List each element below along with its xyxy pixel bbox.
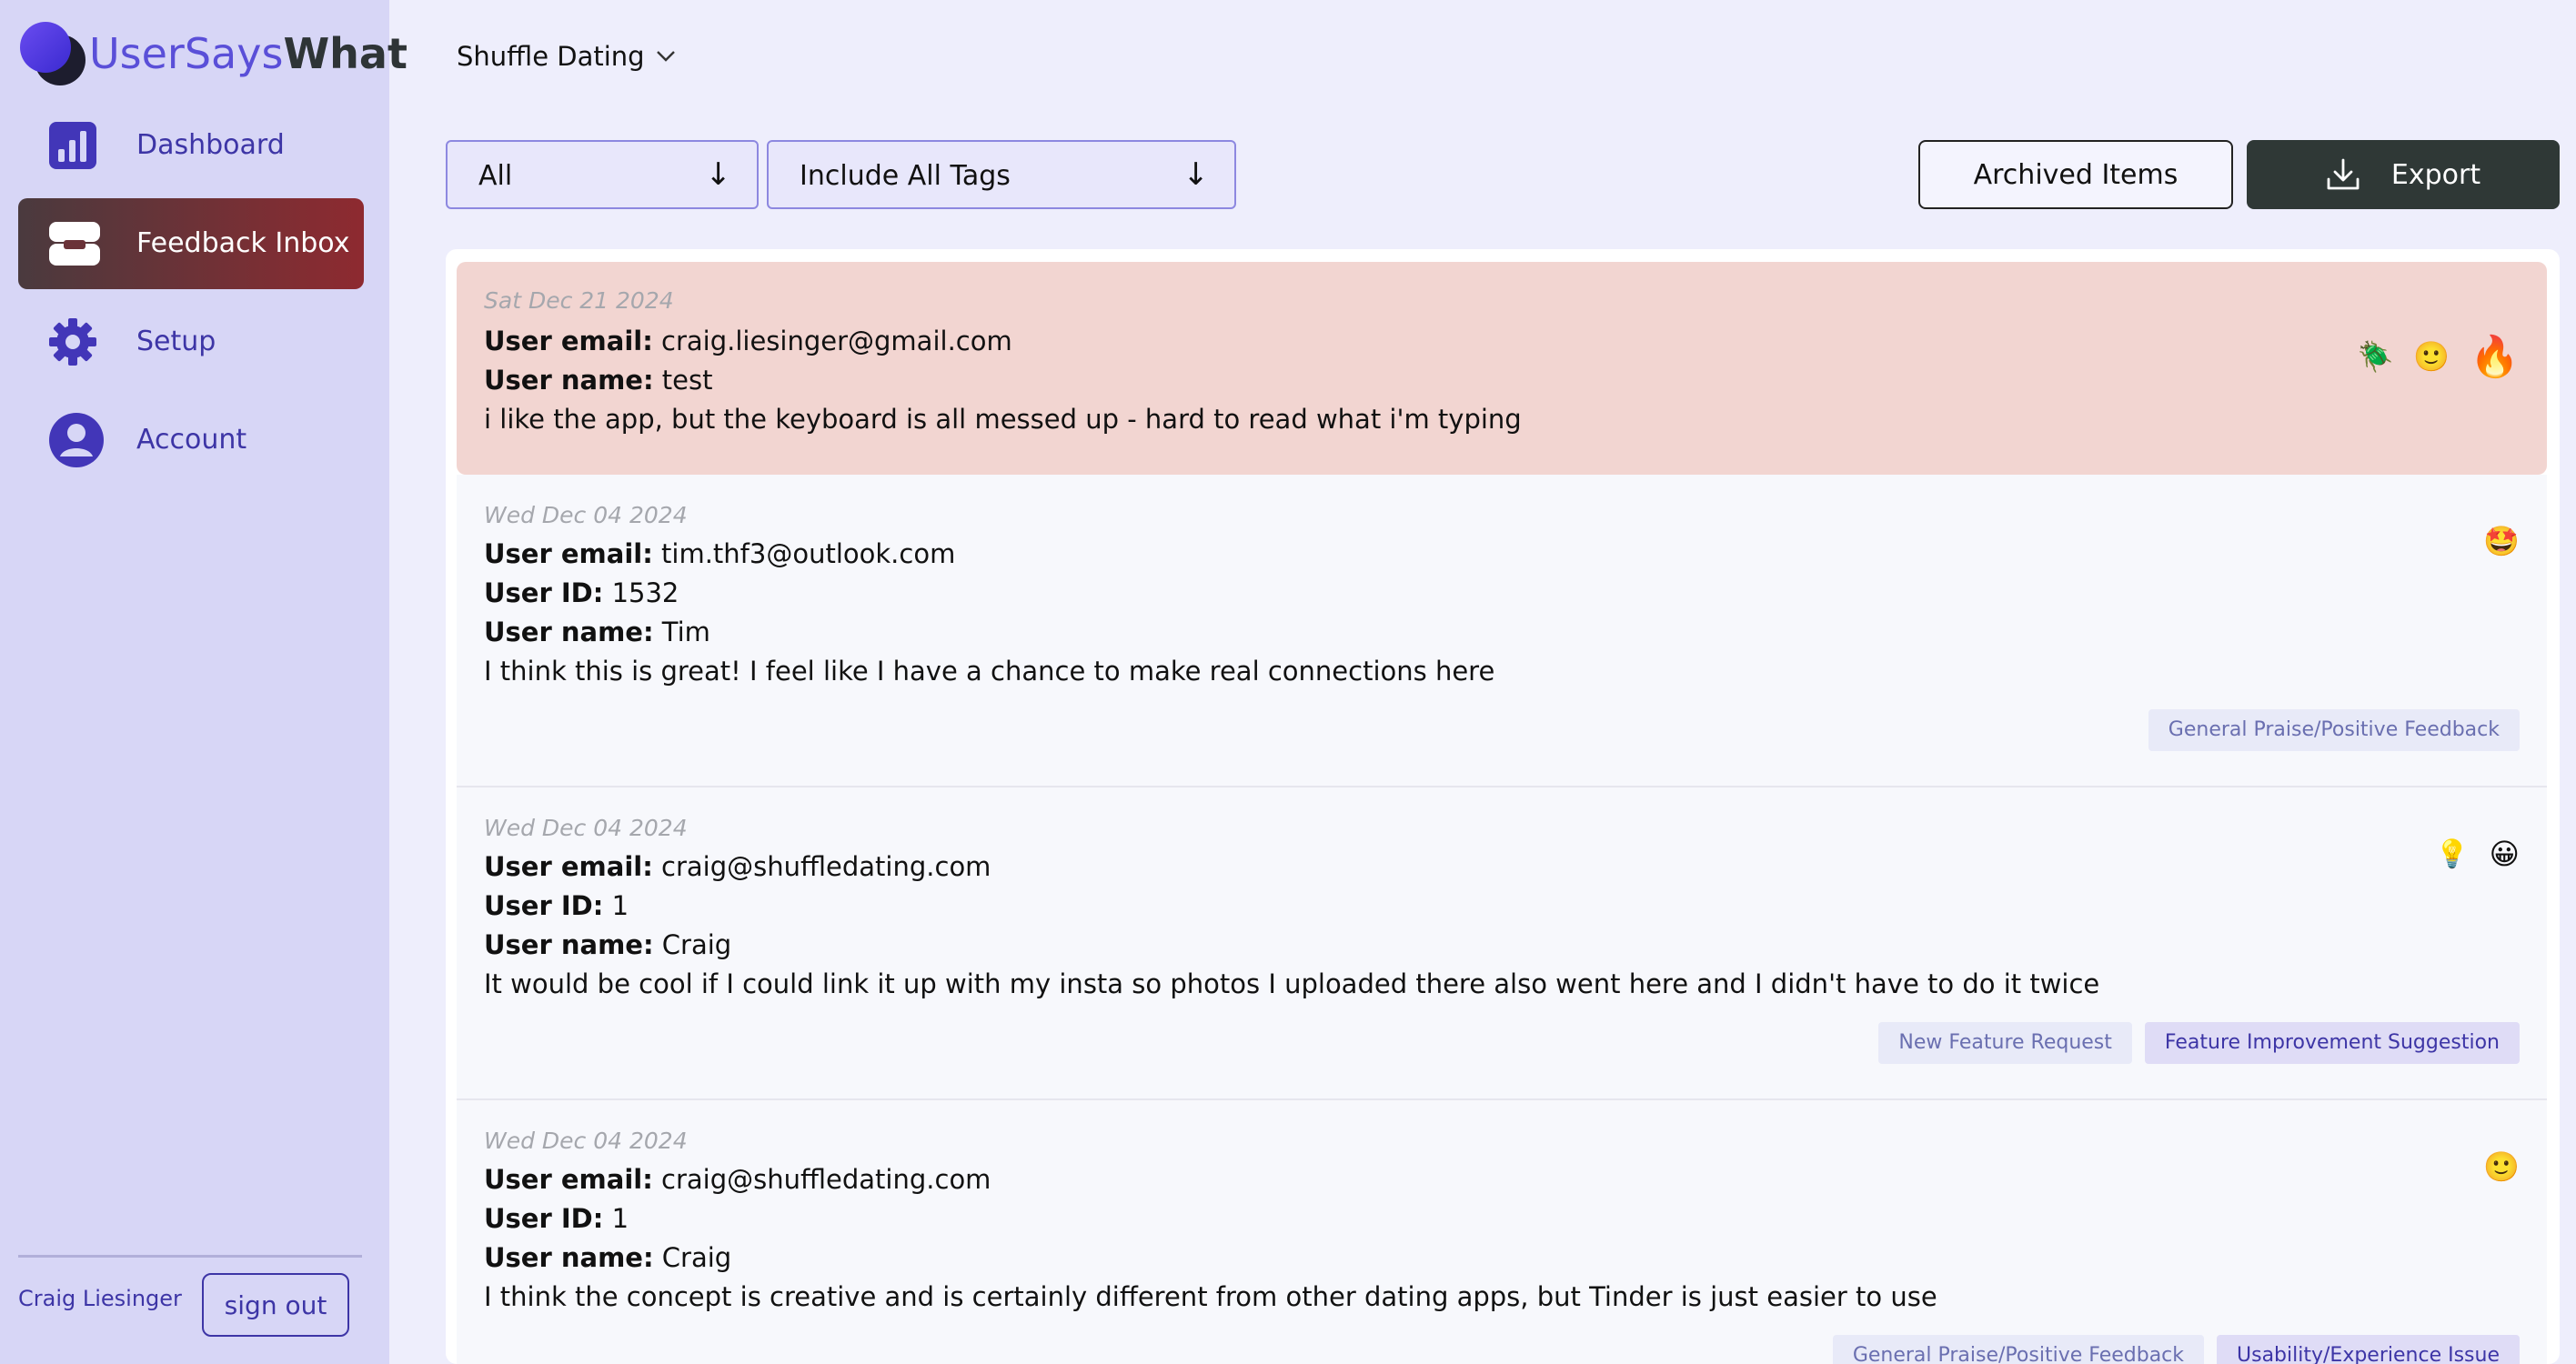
feedback-emoji-group: 🤩	[2483, 524, 2520, 558]
lightbulb-icon: 💡	[2435, 837, 2470, 870]
export-label: Export	[2390, 158, 2481, 191]
id-label: User ID:	[484, 890, 604, 921]
name-label: User name:	[484, 929, 654, 960]
feedback-date: Wed Dec 04 2024	[484, 1128, 688, 1154]
feedback-user-id: 1	[611, 1203, 629, 1234]
feedback-tag-group: General Praise/Positive Feedback	[2148, 709, 2520, 751]
status-filter-select[interactable]: All ↓	[446, 140, 759, 209]
feedback-user-name: Craig	[661, 929, 732, 960]
name-label: User name:	[484, 617, 654, 647]
feedback-message: I think the concept is creative and is c…	[484, 1281, 1937, 1312]
slight-smile-icon: 🙂	[2483, 1149, 2520, 1184]
feedback-date: Wed Dec 04 2024	[484, 502, 688, 528]
sidebar-item-label: Feedback Inbox	[136, 227, 350, 259]
slight-smile-icon: 🙂	[2413, 339, 2450, 374]
sidebar-item-feedback-inbox[interactable]: Feedback Inbox	[18, 198, 364, 289]
current-user-name: Craig Liesinger	[18, 1286, 182, 1311]
app-selector-label: Shuffle Dating	[457, 41, 645, 72]
grinning-face-icon: 😀	[2489, 837, 2520, 871]
feedback-email-line: User email: craig.liesinger@gmail.com	[484, 326, 1012, 356]
sidebar-item-label: Account	[136, 424, 247, 456]
email-label: User email:	[484, 538, 653, 569]
app-selector-dropdown[interactable]: Shuffle Dating	[457, 36, 676, 76]
fire-icon: 🔥	[2470, 334, 2520, 380]
inbox-tray-icon	[49, 222, 100, 266]
feedback-list: Sat Dec 21 2024 User email: craig.liesin…	[446, 249, 2560, 1364]
feedback-emoji-group: 🪲 🙂 🔥	[2358, 333, 2520, 380]
feedback-card[interactable]: Wed Dec 04 2024 User email: craig@shuffl…	[457, 1100, 2547, 1364]
arrow-down-icon: ↓	[1182, 156, 1210, 193]
feedback-card[interactable]: Sat Dec 21 2024 User email: craig.liesin…	[457, 262, 2547, 475]
id-label: User ID:	[484, 577, 604, 608]
feedback-card[interactable]: Wed Dec 04 2024 User email: craig@shuffl…	[457, 787, 2547, 1100]
feedback-name-line: User name: test	[484, 365, 713, 396]
sidebar-item-dashboard[interactable]: Dashboard	[18, 100, 364, 191]
brand-wordmark: UserSaysWhat	[89, 33, 408, 75]
name-label: User name:	[484, 1242, 654, 1273]
feedback-date: Wed Dec 04 2024	[484, 815, 688, 841]
feedback-email: craig@shuffledating.com	[661, 851, 991, 882]
sidebar-item-label: Setup	[136, 326, 216, 357]
feedback-name-line: User name: Craig	[484, 929, 731, 960]
feedback-tag-group: New Feature Request Feature Improvement …	[1878, 1022, 2520, 1064]
download-icon	[2327, 158, 2360, 190]
feedback-user-id: 1	[611, 890, 629, 921]
bug-icon: 🪲	[2357, 339, 2394, 374]
feedback-id-line: User ID: 1	[484, 890, 629, 921]
archived-items-button[interactable]: Archived Items	[1918, 140, 2233, 209]
feedback-user-id: 1532	[611, 577, 679, 608]
feedback-message: It would be cool if I could link it up w…	[484, 968, 2100, 999]
feedback-tag-group: General Praise/Positive Feedback Usabili…	[1832, 1335, 2520, 1364]
tag-filter-select[interactable]: Include All Tags ↓	[767, 140, 1236, 209]
feedback-email-line: User email: craig@shuffledating.com	[484, 851, 991, 882]
feedback-user-name: test	[661, 365, 713, 396]
tag-chip[interactable]: Feature Improvement Suggestion	[2144, 1022, 2520, 1064]
tag-chip[interactable]: General Praise/Positive Feedback	[2148, 709, 2520, 751]
user-circle-icon	[49, 413, 104, 467]
feedback-email: craig@shuffledating.com	[661, 1164, 991, 1195]
email-label: User email:	[484, 326, 653, 356]
brand-part1: UserSays	[89, 29, 284, 78]
feedback-id-line: User ID: 1532	[484, 577, 679, 608]
chevron-down-icon	[656, 51, 675, 62]
feedback-email-line: User email: tim.thf3@outlook.com	[484, 538, 955, 569]
email-label: User email:	[484, 851, 653, 882]
feedback-user-name: Tim	[661, 617, 710, 647]
status-filter-value: All	[478, 160, 513, 192]
feedback-message: I think this is great! I feel like I hav…	[484, 656, 1495, 687]
gear-icon	[49, 318, 96, 366]
feedback-name-line: User name: Tim	[484, 617, 710, 647]
tag-chip[interactable]: Usability/Experience Issue	[2217, 1335, 2520, 1364]
export-button[interactable]: Export	[2247, 140, 2560, 209]
feedback-email: tim.thf3@outlook.com	[661, 538, 956, 569]
tag-filter-value: Include All Tags	[800, 160, 1011, 192]
brand-logo[interactable]: UserSaysWhat	[18, 20, 408, 89]
feedback-email: craig.liesinger@gmail.com	[661, 326, 1012, 356]
bar-chart-icon	[49, 122, 96, 169]
feedback-name-line: User name: Craig	[484, 1242, 731, 1273]
tag-chip[interactable]: New Feature Request	[1878, 1022, 2132, 1064]
arrow-down-icon: ↓	[705, 156, 732, 193]
name-label: User name:	[484, 365, 654, 396]
feedback-emoji-group: 💡 😀	[2435, 837, 2520, 871]
feedback-email-line: User email: craig@shuffledating.com	[484, 1164, 991, 1195]
logo-mark-icon	[20, 22, 86, 85]
feedback-card[interactable]: Wed Dec 04 2024 User email: tim.thf3@out…	[457, 475, 2547, 787]
email-label: User email:	[484, 1164, 653, 1195]
sidebar-divider	[18, 1255, 362, 1258]
sidebar: UserSaysWhat Dashboard Feedback Inbox Se…	[0, 0, 408, 1364]
sign-out-button[interactable]: sign out	[202, 1273, 349, 1337]
feedback-date: Sat Dec 21 2024	[484, 287, 674, 314]
feedback-user-name: Craig	[661, 1242, 732, 1273]
tag-chip[interactable]: General Praise/Positive Feedback	[1832, 1335, 2205, 1364]
sidebar-item-label: Dashboard	[136, 129, 285, 161]
sidebar-item-account[interactable]: Account	[18, 395, 364, 486]
star-struck-icon: 🤩	[2483, 524, 2520, 558]
feedback-message: i like the app, but the keyboard is all …	[484, 404, 1522, 435]
sidebar-item-setup[interactable]: Setup	[18, 296, 364, 387]
feedback-id-line: User ID: 1	[484, 1203, 629, 1234]
id-label: User ID:	[484, 1203, 604, 1234]
feedback-emoji-group: 🙂	[2483, 1149, 2520, 1184]
brand-part2: What	[283, 29, 408, 78]
